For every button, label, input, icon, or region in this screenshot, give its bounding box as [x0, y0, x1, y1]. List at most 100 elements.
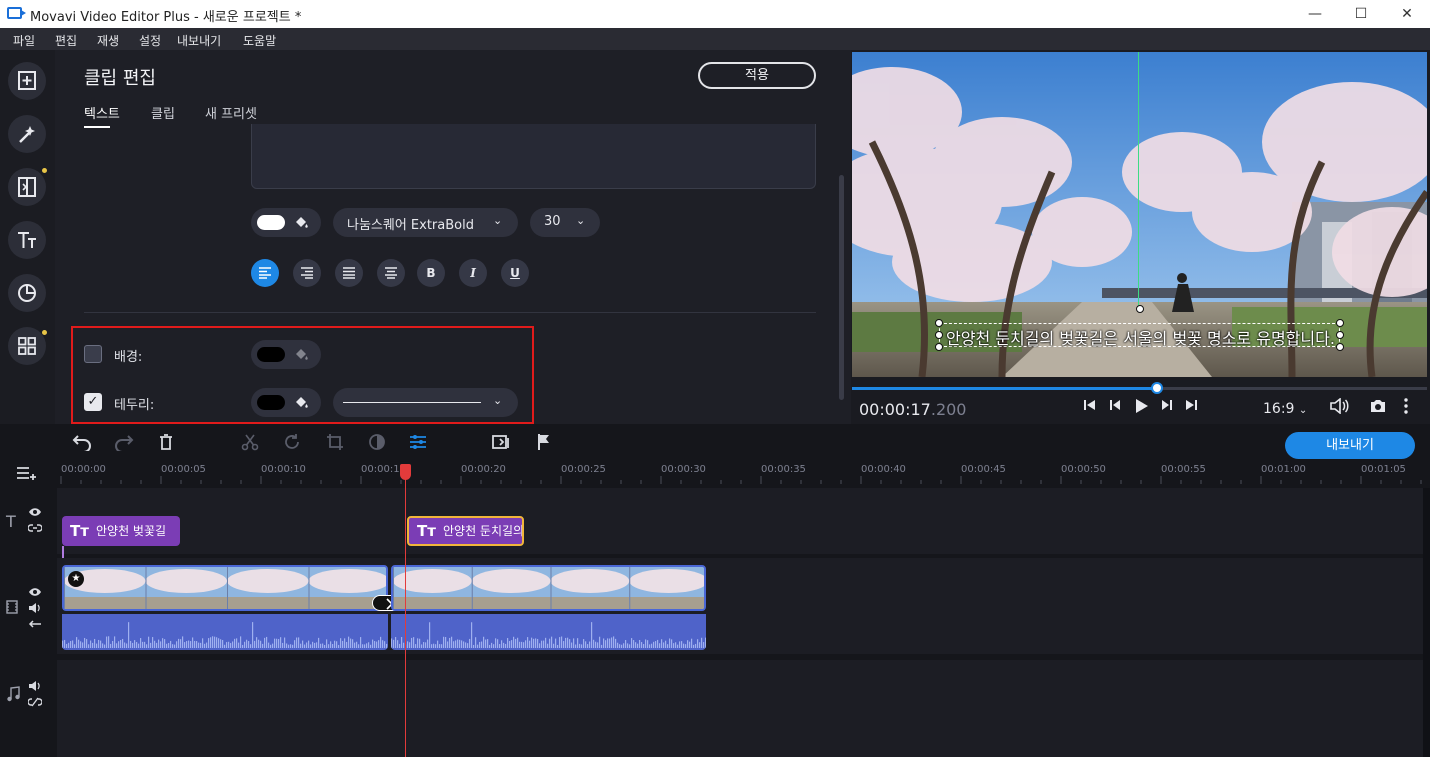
time-ruler[interactable]: 00:00:00 00:00:05 00:00:10 00:00:15 00:0… [57, 462, 1423, 488]
stickers-icon[interactable] [8, 274, 46, 312]
panel-scrollbar[interactable] [839, 175, 844, 400]
audio-waveform-2[interactable] [391, 614, 706, 650]
maximize-button[interactable]: ☐ [1338, 0, 1384, 28]
skip-end-icon[interactable] [1184, 398, 1198, 416]
waveform-bar [230, 643, 232, 648]
resize-handle[interactable] [1336, 343, 1344, 351]
playhead-handle[interactable] [400, 464, 411, 480]
title-clip[interactable]: Tт 안양천 벚꽃길 [62, 516, 180, 546]
align-center-button[interactable] [377, 259, 405, 287]
seek-bar[interactable] [852, 382, 1427, 394]
waveform-bar [433, 643, 435, 648]
delete-icon[interactable] [158, 433, 174, 456]
volume-icon[interactable] [1329, 397, 1349, 418]
waveform-bar [655, 641, 657, 648]
waveform-bar [401, 637, 403, 648]
more-options-icon[interactable] [1403, 398, 1409, 418]
font-family-select[interactable]: 나눔스퀘어 ExtraBold ⌄ [333, 208, 518, 237]
tick-label: 00:01:00 [1261, 464, 1306, 475]
rotate-handle[interactable] [1136, 305, 1144, 313]
snapshot-camera-icon[interactable] [1369, 398, 1387, 418]
waveform-bar [284, 637, 286, 648]
menu-export[interactable]: 내보내기 [177, 32, 221, 49]
resize-handle[interactable] [1336, 331, 1344, 339]
font-size-select[interactable]: 30 ⌄ [530, 208, 600, 237]
caption-bounding-box[interactable]: 안양천 둔치길의 벚꽃길은 서울의 벚꽃 명소로 유명합니다. [939, 323, 1340, 348]
marker-flag-icon[interactable] [536, 433, 552, 456]
resize-handle[interactable] [935, 331, 943, 339]
menu-help[interactable]: 도움말 [243, 32, 276, 49]
unlink-icon[interactable] [27, 696, 83, 710]
waveform-bar [78, 639, 80, 648]
resize-handle[interactable] [1336, 319, 1344, 327]
titles-icon[interactable] [8, 221, 46, 259]
text-color-picker[interactable] [251, 208, 321, 237]
export-button[interactable]: 내보내기 [1285, 432, 1415, 459]
resize-handle[interactable] [935, 319, 943, 327]
menu-file[interactable]: 파일 [13, 32, 35, 49]
title-clip-label: 안양천 둔치길의 [443, 524, 524, 538]
waveform-bar [290, 644, 292, 648]
close-button[interactable]: ✕ [1384, 0, 1430, 28]
video-frame[interactable]: 안양천 둔치길의 벚꽃길은 서울의 벚꽃 명소로 유명합니다. [852, 52, 1427, 377]
crop-icon[interactable] [326, 433, 344, 456]
more-tools-icon[interactable] [8, 327, 46, 365]
play-icon[interactable] [1133, 398, 1149, 418]
thumb-separator [629, 567, 631, 609]
redo-icon[interactable] [114, 433, 134, 456]
step-back-icon[interactable] [1108, 398, 1122, 416]
title-clip-icon: Tт [417, 522, 436, 540]
clip-properties-icon[interactable] [409, 433, 427, 456]
color-adjust-icon[interactable] [368, 433, 386, 456]
waveform-bar [691, 638, 693, 648]
tab-new-preset[interactable]: 새 프리셋 [205, 103, 257, 122]
video-clip-2[interactable] [391, 565, 706, 611]
bold-button[interactable]: B [417, 259, 445, 287]
waveform-bar [511, 640, 513, 648]
waveform-bar [705, 637, 706, 648]
align-left-button[interactable] [251, 259, 279, 287]
skip-start-icon[interactable] [1083, 398, 1097, 416]
waveform-bar [517, 637, 519, 648]
undo-icon[interactable] [72, 433, 92, 456]
add-track-icon[interactable] [16, 466, 38, 484]
export-frame-icon[interactable] [492, 433, 510, 456]
effects-icon[interactable] [8, 115, 46, 153]
italic-button[interactable]: I [459, 259, 487, 287]
minimize-button[interactable]: — [1292, 0, 1338, 28]
waveform-bar [465, 642, 467, 648]
video-clip-1[interactable]: ★ [62, 565, 388, 611]
waveform-bar [160, 641, 162, 648]
resize-handle[interactable] [935, 343, 943, 351]
menu-edit[interactable]: 편집 [55, 32, 77, 49]
title-text-input[interactable] [251, 124, 816, 189]
waveform-bar [220, 639, 222, 648]
align-right-button[interactable] [293, 259, 321, 287]
waveform-bar [302, 640, 304, 648]
text-color-swatch [257, 215, 285, 230]
rotate-icon[interactable] [283, 433, 301, 456]
waveform-bar [459, 639, 461, 648]
menu-play[interactable]: 재생 [97, 32, 119, 49]
import-icon[interactable] [8, 62, 46, 100]
seek-handle[interactable] [1150, 382, 1163, 394]
speaker-icon[interactable] [28, 680, 83, 694]
justify-button[interactable] [335, 259, 363, 287]
underline-button[interactable]: U [501, 259, 529, 287]
selected-title-clip[interactable]: Tт 안양천 둔치길의 [407, 516, 524, 546]
audio-waveform-1[interactable] [62, 614, 388, 650]
tab-clip[interactable]: 클립 [151, 103, 175, 122]
apply-button[interactable]: 적용 [698, 62, 816, 89]
timeline-scrollbar[interactable] [1423, 488, 1430, 757]
aspect-ratio-select[interactable]: 16:9 ⌄ [1263, 401, 1307, 417]
menu-settings[interactable]: 설정 [139, 32, 161, 49]
seek-progress [852, 387, 1157, 390]
waveform-bar [581, 644, 583, 648]
waveform-bar [122, 638, 124, 648]
thumb-separator [393, 567, 394, 609]
scissors-icon[interactable] [241, 433, 259, 456]
waveform-bar [84, 637, 86, 648]
step-forward-icon[interactable] [1160, 398, 1174, 416]
tab-text[interactable]: 텍스트 [84, 103, 120, 122]
transitions-icon[interactable] [8, 168, 46, 206]
